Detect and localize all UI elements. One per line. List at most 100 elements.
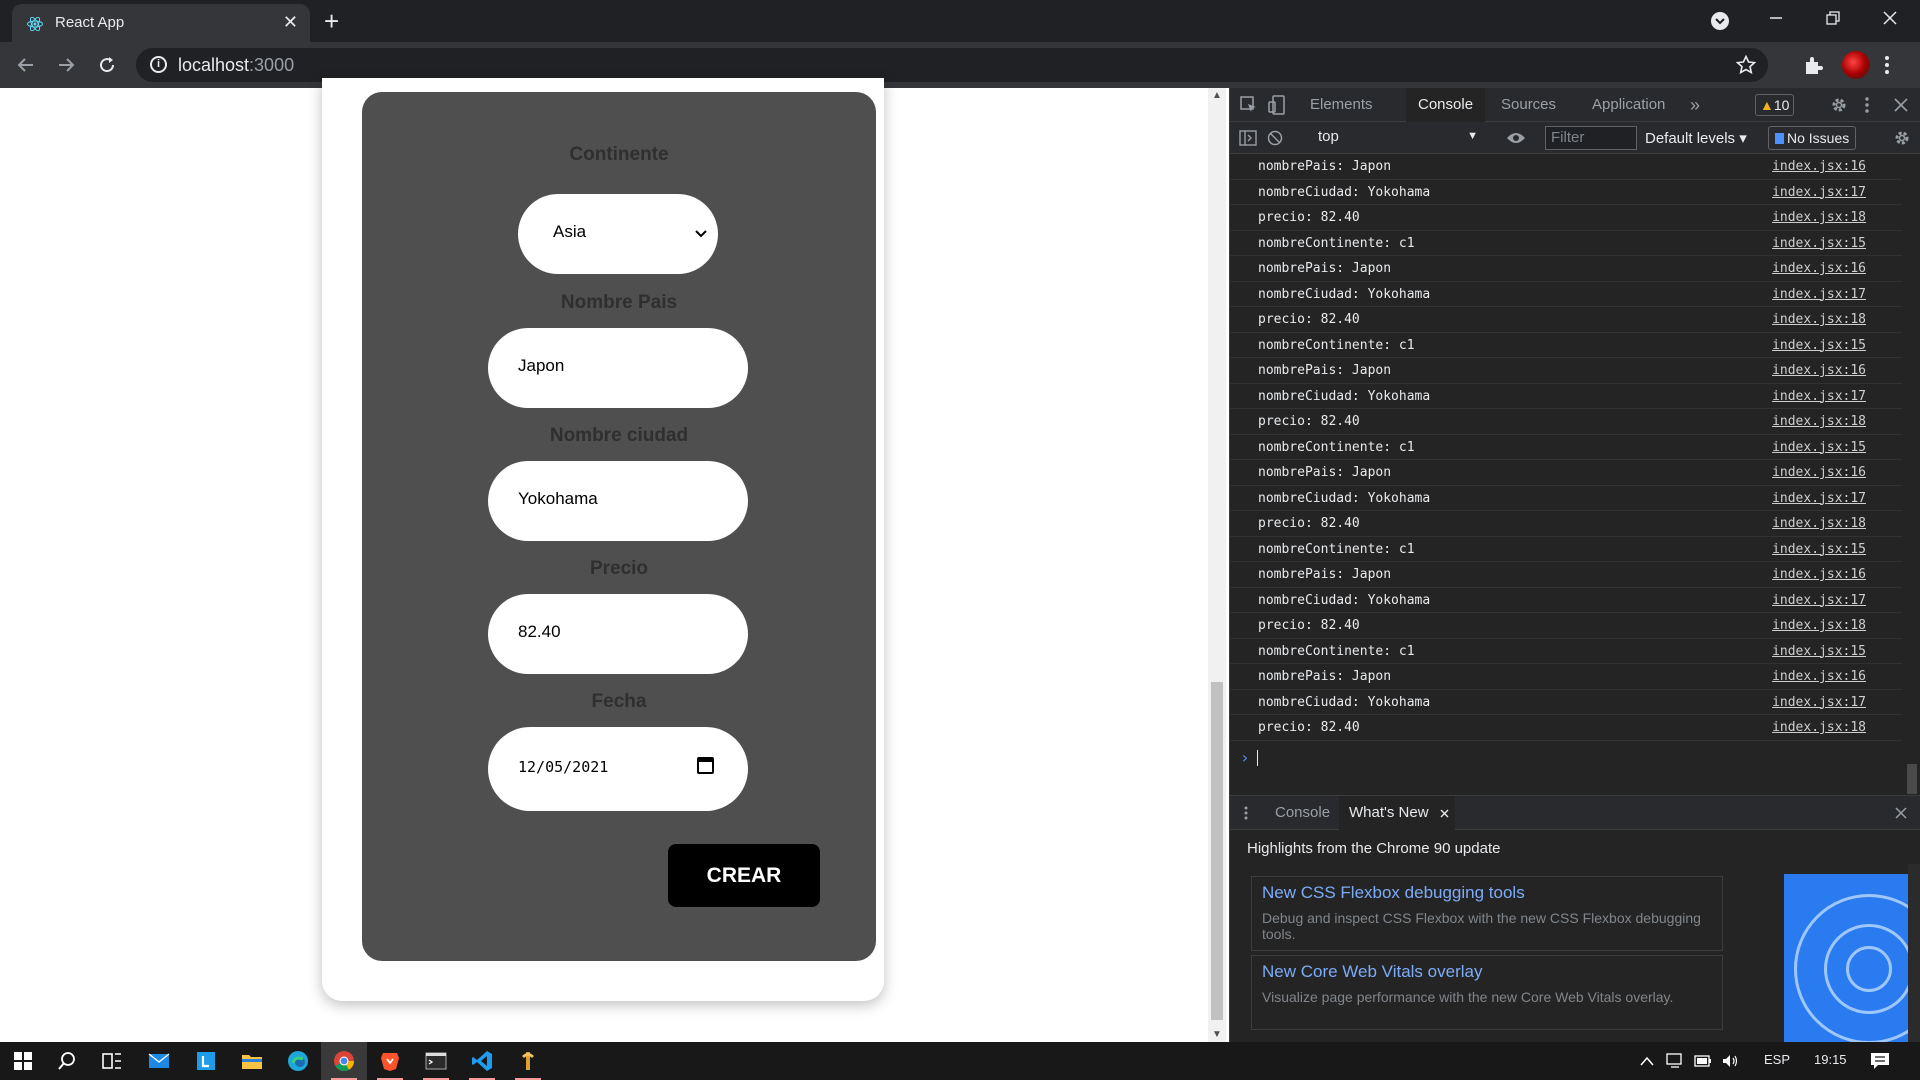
battery-icon[interactable] — [1694, 1055, 1712, 1067]
page-scrollbar[interactable]: ▲ ▼ — [1208, 88, 1226, 1042]
log-source-link[interactable]: index.jsx:16 — [1772, 567, 1866, 582]
reload-icon[interactable] — [97, 55, 117, 75]
scroll-down-icon[interactable]: ▼ — [1212, 1029, 1222, 1040]
taskbar-vscode[interactable] — [459, 1042, 505, 1080]
device-toolbar-icon[interactable] — [1268, 95, 1286, 115]
site-info-icon[interactable]: i — [150, 56, 167, 73]
browser-menu-icon[interactable] — [1884, 54, 1890, 76]
drawer-tab-console[interactable]: Console — [1265, 796, 1340, 830]
extensions-icon[interactable] — [1802, 54, 1824, 76]
tab-application[interactable]: Application — [1580, 88, 1677, 122]
log-source-link[interactable]: index.jsx:15 — [1772, 440, 1866, 455]
address-bar[interactable]: i localhost:3000 — [136, 48, 1768, 82]
settings-gear-icon[interactable] — [1830, 96, 1848, 114]
restore-icon[interactable] — [1825, 10, 1841, 26]
crear-button[interactable]: CREAR — [668, 844, 820, 907]
bookmark-star-icon[interactable] — [1736, 55, 1756, 75]
taskbar-edge[interactable] — [275, 1042, 321, 1080]
log-source-link[interactable]: index.jsx:15 — [1772, 644, 1866, 659]
log-source-link[interactable]: index.jsx:17 — [1772, 695, 1866, 710]
log-source-link[interactable]: index.jsx:17 — [1772, 185, 1866, 200]
log-source-link[interactable]: index.jsx:16 — [1772, 669, 1866, 684]
clock[interactable]: 19:15 — [1814, 1052, 1847, 1067]
more-tabs-icon[interactable]: » — [1678, 88, 1712, 122]
nombre-ciudad-input[interactable]: Yokohama — [488, 461, 748, 541]
task-view-button[interactable] — [89, 1042, 135, 1080]
precio-input[interactable]: 82.40 — [488, 594, 748, 674]
taskbar-app-l[interactable] — [183, 1042, 229, 1080]
nombre-pais-input[interactable]: Japon — [488, 328, 748, 408]
console-filter-input[interactable]: Filter — [1545, 126, 1637, 150]
card-title[interactable]: New CSS Flexbox debugging tools — [1262, 883, 1525, 903]
taskbar-app-orange[interactable] — [505, 1042, 551, 1080]
console-input[interactable] — [1257, 750, 1258, 766]
minimize-icon[interactable] — [1768, 10, 1784, 26]
issues-badge[interactable]: No Issues — [1768, 126, 1857, 150]
input-language[interactable]: ESP — [1764, 1052, 1790, 1067]
tab-close-icon[interactable]: ✕ — [283, 12, 298, 33]
tab-console[interactable]: Console — [1406, 88, 1486, 122]
tray-overflow-icon[interactable] — [1640, 1056, 1654, 1066]
scrollbar-thumb[interactable] — [1211, 682, 1223, 1020]
devtools-close-icon[interactable] — [1894, 98, 1908, 112]
devtools-menu-icon[interactable] — [1864, 96, 1870, 114]
log-source-link[interactable]: index.jsx:17 — [1772, 593, 1866, 608]
eye-icon[interactable] — [1506, 131, 1526, 145]
drawer-tab-whats-new[interactable]: What's New — [1339, 796, 1455, 830]
whats-new-card[interactable]: New CSS Flexbox debugging tools Debug an… — [1251, 876, 1723, 951]
continente-select[interactable]: Asia — [518, 194, 718, 274]
log-source-link[interactable]: index.jsx:15 — [1772, 236, 1866, 251]
log-source-link[interactable]: index.jsx:18 — [1772, 414, 1866, 429]
card-title[interactable]: New Core Web Vitals overlay — [1262, 962, 1482, 982]
forward-icon[interactable] — [56, 55, 76, 75]
drawer-tab-close-icon[interactable] — [1440, 809, 1449, 818]
drawer-menu-icon[interactable] — [1243, 805, 1249, 821]
window-close-icon[interactable] — [1882, 10, 1898, 26]
console-settings-icon[interactable] — [1893, 129, 1911, 147]
log-source-link[interactable]: index.jsx:18 — [1772, 516, 1866, 531]
log-source-link[interactable]: index.jsx:18 — [1772, 210, 1866, 225]
console-scrollbar[interactable] — [1903, 154, 1920, 794]
log-source-link[interactable]: index.jsx:17 — [1772, 389, 1866, 404]
back-icon[interactable] — [16, 55, 36, 75]
search-button[interactable] — [44, 1042, 90, 1080]
taskbar-terminal[interactable] — [413, 1042, 459, 1080]
log-source-link[interactable]: index.jsx:18 — [1772, 312, 1866, 327]
taskbar-chrome[interactable] — [321, 1042, 367, 1080]
notifications-icon[interactable] — [1870, 1052, 1890, 1070]
profile-avatar[interactable] — [1842, 51, 1870, 79]
start-button[interactable] — [0, 1042, 46, 1080]
tab-elements[interactable]: Elements — [1298, 88, 1385, 122]
log-source-link[interactable]: index.jsx:16 — [1772, 261, 1866, 276]
console-scroll-thumb[interactable] — [1907, 764, 1917, 794]
log-source-link[interactable]: index.jsx:15 — [1772, 542, 1866, 557]
log-source-link[interactable]: index.jsx:18 — [1772, 618, 1866, 633]
log-source-link[interactable]: index.jsx:16 — [1772, 363, 1866, 378]
calendar-icon[interactable] — [697, 757, 714, 774]
sidebar-toggle-icon[interactable] — [1239, 130, 1257, 146]
taskbar-file-explorer[interactable] — [229, 1042, 275, 1080]
tab-sources[interactable]: Sources — [1489, 88, 1568, 122]
network-icon[interactable] — [1666, 1053, 1684, 1069]
log-source-link[interactable]: index.jsx:18 — [1772, 720, 1866, 735]
scroll-up-icon[interactable]: ▲ — [1212, 90, 1222, 101]
inspect-element-icon[interactable] — [1240, 96, 1258, 114]
fecha-input[interactable]: 12/05/2021 — [488, 727, 748, 811]
log-levels-dropdown[interactable]: Default levels ▾ — [1645, 129, 1747, 147]
warnings-badge[interactable]: ▲10 — [1755, 94, 1795, 116]
log-source-link[interactable]: index.jsx:16 — [1772, 465, 1866, 480]
new-tab-button[interactable]: + — [324, 6, 339, 37]
drawer-scrollbar[interactable] — [1908, 864, 1920, 1043]
log-source-link[interactable]: index.jsx:15 — [1772, 338, 1866, 353]
taskbar-brave[interactable] — [367, 1042, 413, 1080]
browser-tab[interactable]: React App ✕ — [12, 4, 310, 42]
log-source-link[interactable]: index.jsx:16 — [1772, 159, 1866, 174]
clear-console-icon[interactable] — [1267, 130, 1283, 146]
taskbar-mail[interactable] — [136, 1042, 182, 1080]
volume-icon[interactable] — [1721, 1053, 1739, 1069]
log-source-link[interactable]: index.jsx:17 — [1772, 287, 1866, 302]
context-selector[interactable]: top ▼ — [1318, 128, 1478, 145]
whats-new-card[interactable]: New Core Web Vitals overlay Visualize pa… — [1251, 955, 1723, 1030]
drawer-close-icon[interactable] — [1895, 807, 1907, 819]
tab-search-icon[interactable] — [1710, 11, 1730, 31]
